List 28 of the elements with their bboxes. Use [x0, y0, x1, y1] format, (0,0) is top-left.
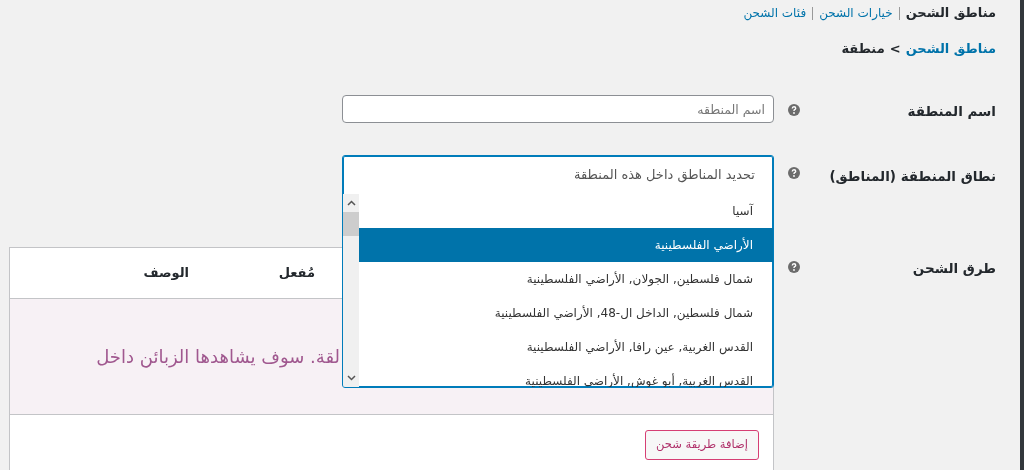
breadcrumb-separator: >: [889, 40, 901, 58]
field-label: اسم المنطقة: [906, 102, 997, 121]
empty-message: لقة. سوف يشاهدها الزبائن داخل: [96, 345, 340, 370]
breadcrumb-current: منطقة: [841, 40, 885, 58]
add-shipping-method-button[interactable]: إضافة طريقة شحن: [645, 430, 759, 460]
dropdown-option[interactable]: شمال فلسطين, الجولان, الأراضي الفلسطينية: [359, 262, 773, 296]
scrollbar-thumb[interactable]: [343, 212, 359, 236]
breadcrumb-link[interactable]: مناطق الشحن: [905, 39, 996, 59]
region-select-field[interactable]: [342, 155, 774, 388]
dropdown-option[interactable]: القدس الغربية, عين رافا, الأراضي الفلسطينية: [359, 330, 773, 364]
field-label: طرق الشحن: [911, 259, 997, 278]
zone-name-field[interactable]: اسم المنطقه: [342, 95, 774, 123]
nav-tab[interactable]: خيارات الشحن: [819, 4, 893, 22]
scroll-up-icon[interactable]: [346, 200, 356, 206]
column-header: مُفعل: [277, 264, 315, 283]
help-icon[interactable]: [788, 167, 800, 179]
dropdown-option[interactable]: شمال فلسطين, الداخل ال-48, الأراضي الفلسطينية: [359, 296, 773, 330]
scrollbar[interactable]: [343, 194, 359, 387]
field-label: نطاق المنطقة (المناطق): [828, 167, 997, 186]
dropdown-option[interactable]: آسيا: [359, 194, 773, 228]
help-icon[interactable]: [788, 261, 800, 273]
select-placeholder: تحديد المناطق داخل هذه المنطقة: [573, 166, 756, 185]
nav-tab[interactable]: مناطق الشحن: [905, 3, 996, 23]
nav-tab[interactable]: فئات الشحن: [743, 4, 807, 22]
help-icon[interactable]: [788, 104, 800, 116]
column-header: الوصف: [142, 264, 189, 283]
scroll-down-icon[interactable]: [346, 375, 356, 381]
dropdown-option[interactable]: الأراضي الفلسطينية: [359, 228, 773, 262]
